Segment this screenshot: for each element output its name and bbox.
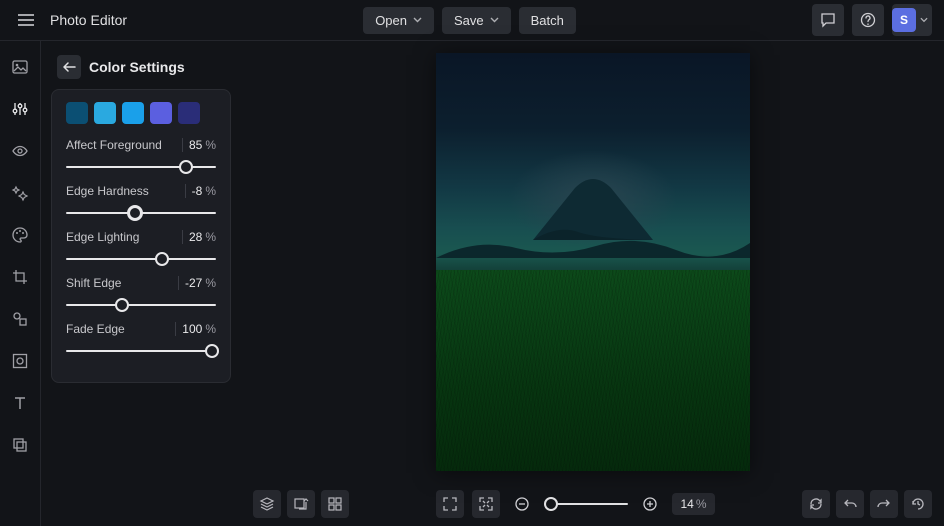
image-icon xyxy=(11,58,29,76)
refresh-icon xyxy=(808,496,824,512)
comment-button[interactable] xyxy=(812,4,844,36)
slider-label: Edge Hardness xyxy=(66,184,149,198)
palette-icon xyxy=(11,226,29,244)
slider-edge-lighting: Edge Lighting 28% xyxy=(66,230,216,266)
slider-track[interactable] xyxy=(66,160,216,174)
slider-value[interactable]: -27% xyxy=(178,276,216,290)
slider-label: Shift Edge xyxy=(66,276,121,290)
crop-icon xyxy=(11,268,29,286)
slider-thumb[interactable] xyxy=(155,252,169,266)
slider-track[interactable] xyxy=(66,206,216,220)
swatch-4[interactable] xyxy=(178,102,200,124)
slider-value[interactable]: 100% xyxy=(175,322,216,336)
tool-text[interactable] xyxy=(6,389,34,417)
slider-label: Fade Edge xyxy=(66,322,125,336)
fit-button[interactable] xyxy=(472,490,500,518)
swatch-0[interactable] xyxy=(66,102,88,124)
slider-label: Edge Lighting xyxy=(66,230,139,244)
zoom-slider[interactable] xyxy=(544,503,628,505)
slider-value[interactable]: 28% xyxy=(182,230,216,244)
pattern-icon xyxy=(11,352,29,370)
open-button[interactable]: Open xyxy=(363,7,434,34)
shapes-icon xyxy=(11,310,29,328)
history-icon xyxy=(910,496,926,512)
canvas[interactable] xyxy=(241,41,944,482)
compare-icon xyxy=(293,496,309,512)
back-button[interactable] xyxy=(57,55,81,79)
tool-eye[interactable] xyxy=(6,137,34,165)
chevron-down-icon xyxy=(413,17,422,23)
layers-button[interactable] xyxy=(253,490,281,518)
tool-pattern[interactable] xyxy=(6,347,34,375)
slider-affect-foreground: Affect Foreground 85% xyxy=(66,138,216,174)
tool-rail xyxy=(0,41,41,526)
tool-effects[interactable] xyxy=(6,179,34,207)
hamburger-icon xyxy=(18,14,34,26)
zoom-value[interactable]: 14% xyxy=(672,493,714,515)
swatch-3[interactable] xyxy=(150,102,172,124)
redo-button[interactable] xyxy=(870,490,898,518)
slider-edge-hardness: Edge Hardness -8% xyxy=(66,184,216,220)
tool-shapes[interactable] xyxy=(6,305,34,333)
tool-palette[interactable] xyxy=(6,221,34,249)
fit-icon xyxy=(478,496,494,512)
adjust-icon xyxy=(11,100,29,118)
slider-label: Affect Foreground xyxy=(66,138,162,152)
help-icon xyxy=(860,12,876,28)
menu-button[interactable] xyxy=(12,6,40,34)
tool-crop[interactable] xyxy=(6,263,34,291)
settings-panel: Color Settings Affect Foreground 85% Edg… xyxy=(41,41,241,526)
save-button[interactable]: Save xyxy=(442,7,511,34)
slider-track[interactable] xyxy=(66,298,216,312)
fullscreen-button[interactable] xyxy=(436,490,464,518)
slider-value[interactable]: 85% xyxy=(182,138,216,152)
slider-thumb[interactable] xyxy=(179,160,193,174)
eye-icon xyxy=(11,142,29,160)
swatch-2[interactable] xyxy=(122,102,144,124)
text-icon xyxy=(11,394,29,412)
refresh-button[interactable] xyxy=(802,490,830,518)
zoom-out-icon xyxy=(514,496,530,512)
history-button[interactable] xyxy=(904,490,932,518)
undo-button[interactable] xyxy=(836,490,864,518)
tool-adjust[interactable] xyxy=(6,95,34,123)
slider-thumb[interactable] xyxy=(205,344,219,358)
zoom-in-button[interactable] xyxy=(636,490,664,518)
grid-icon xyxy=(327,496,343,512)
undo-icon xyxy=(842,496,858,512)
layers-icon xyxy=(259,496,275,512)
layers-copy-icon xyxy=(11,436,29,454)
color-settings-card: Affect Foreground 85% Edge Hardness -8% … xyxy=(51,89,231,383)
panel-title: Color Settings xyxy=(89,59,185,75)
slider-track[interactable] xyxy=(66,252,216,266)
redo-icon xyxy=(876,496,892,512)
zoom-in-icon xyxy=(642,496,658,512)
account-menu[interactable]: S xyxy=(892,4,932,36)
slider-value[interactable]: -8% xyxy=(185,184,216,198)
slider-thumb[interactable] xyxy=(127,205,143,221)
avatar: S xyxy=(892,8,916,32)
batch-button[interactable]: Batch xyxy=(519,7,576,34)
comment-icon xyxy=(820,12,836,28)
help-button[interactable] xyxy=(852,4,884,36)
compare-button[interactable] xyxy=(287,490,315,518)
photo-preview xyxy=(436,53,750,471)
fullscreen-icon xyxy=(442,496,458,512)
tool-image[interactable] xyxy=(6,53,34,81)
chevron-down-icon xyxy=(920,17,928,23)
slider-shift-edge: Shift Edge -27% xyxy=(66,276,216,312)
swatch-1[interactable] xyxy=(94,102,116,124)
grid-button[interactable] xyxy=(321,490,349,518)
slider-thumb[interactable] xyxy=(115,298,129,312)
effects-icon xyxy=(11,184,29,202)
arrow-left-icon xyxy=(62,61,76,73)
zoom-thumb[interactable] xyxy=(544,497,558,511)
chevron-down-icon xyxy=(490,17,499,23)
slider-fade-edge: Fade Edge 100% xyxy=(66,322,216,358)
slider-track[interactable] xyxy=(66,344,216,358)
zoom-out-button[interactable] xyxy=(508,490,536,518)
bottom-toolbar: 14% xyxy=(241,482,944,526)
tool-layers-copy[interactable] xyxy=(6,431,34,459)
app-title: Photo Editor xyxy=(50,12,127,28)
